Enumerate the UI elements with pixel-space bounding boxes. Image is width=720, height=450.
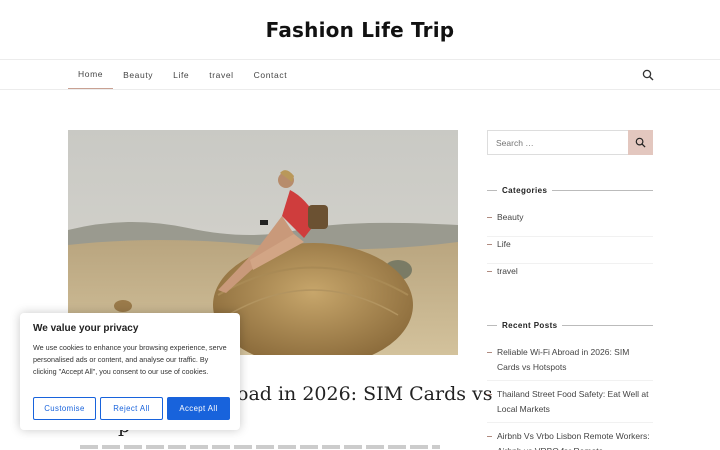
nav-item-home[interactable]: Home (68, 60, 114, 89)
recent-posts-list: Reliable Wi-Fi Abroad in 2026: SIM Cards… (487, 345, 653, 450)
main-nav: Home Beauty Life travel Contact (0, 60, 720, 90)
search-icon (635, 137, 646, 148)
category-label: travel (497, 266, 518, 276)
heading-divider (552, 189, 653, 191)
category-item-life[interactable]: Life (487, 237, 653, 264)
search-button[interactable] (628, 130, 653, 155)
customise-button[interactable]: Customise (33, 397, 96, 420)
heading-divider (562, 324, 653, 326)
bullet-dash (487, 352, 492, 353)
heading-divider (487, 324, 497, 326)
sidebar-search (487, 130, 653, 155)
cookie-title: We value your privacy (33, 323, 139, 334)
post-excerpt-preview (80, 445, 440, 449)
sidebar: Categories Beauty Life travel Recent Pos… (487, 130, 653, 450)
recent-post-label: Thailand Street Food Safety: Eat Well at… (497, 389, 649, 414)
bullet-dash (487, 217, 492, 218)
bullet-dash (487, 271, 492, 272)
recent-post-item[interactable]: Airbnb Vs Vrbo Lisbon Remote Workers: Ai… (487, 429, 653, 450)
recent-post-item[interactable]: Reliable Wi-Fi Abroad in 2026: SIM Cards… (487, 345, 653, 381)
category-item-travel[interactable]: travel (487, 264, 653, 291)
recent-post-item[interactable]: Thailand Street Food Safety: Eat Well at… (487, 387, 653, 423)
categories-heading: Categories (487, 184, 653, 196)
heading-divider (487, 189, 497, 191)
recent-posts-heading-label: Recent Posts (502, 320, 558, 330)
search-input[interactable] (487, 130, 628, 155)
post-title[interactable]: oad in 2026: SIM Cards vs (237, 383, 493, 405)
recent-posts-heading: Recent Posts (487, 319, 653, 331)
nav-item-beauty[interactable]: Beauty (113, 60, 163, 89)
reject-all-button[interactable]: Reject All (100, 397, 163, 420)
categories-heading-label: Categories (502, 185, 548, 195)
nav-item-travel[interactable]: travel (199, 60, 243, 89)
accept-all-button[interactable]: Accept All (167, 397, 230, 420)
cookie-buttons: Customise Reject All Accept All (33, 397, 230, 420)
cookie-text: We use cookies to enhance your browsing … (33, 343, 227, 376)
cookie-consent-banner: We value your privacy We use cookies to … (20, 313, 240, 430)
recent-post-label: Airbnb Vs Vrbo Lisbon Remote Workers: Ai… (497, 431, 650, 450)
recent-post-label: Reliable Wi-Fi Abroad in 2026: SIM Cards… (497, 347, 630, 372)
categories-list: Beauty Life travel (487, 210, 653, 291)
site-header: Fashion Life Trip (0, 0, 720, 60)
category-item-beauty[interactable]: Beauty (487, 210, 653, 237)
category-label: Beauty (497, 212, 524, 222)
nav-item-life[interactable]: Life (163, 60, 199, 89)
site-title[interactable]: Fashion Life Trip (266, 18, 455, 42)
bullet-dash (487, 436, 492, 437)
search-icon[interactable] (642, 69, 654, 81)
category-label: Life (497, 239, 511, 249)
bullet-dash (487, 244, 492, 245)
bullet-dash (487, 394, 492, 395)
nav-item-contact[interactable]: Contact (244, 60, 298, 89)
